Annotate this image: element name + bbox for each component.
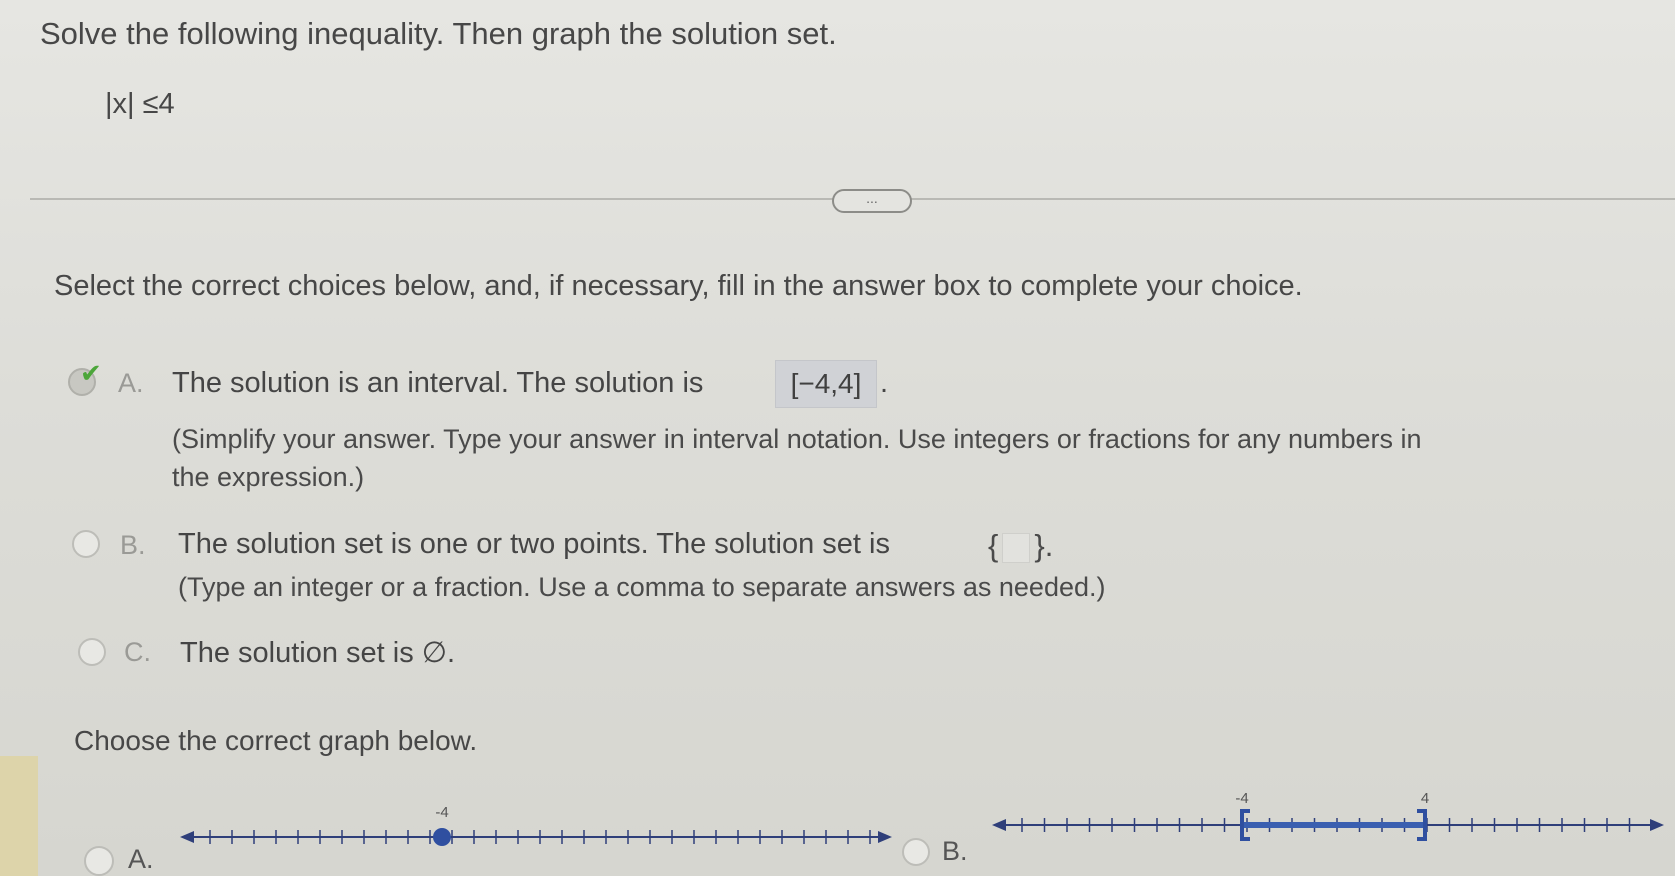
graph-a-radio[interactable] xyxy=(84,846,114,876)
instructions: Select the correct choices below, and, i… xyxy=(54,270,1303,302)
inequality: |x| ≤4 xyxy=(105,88,175,120)
graph-b-letter: B. xyxy=(942,836,968,866)
close-brace: }. xyxy=(1034,528,1054,563)
graph-a-number-line: -4 xyxy=(180,804,892,846)
choice-a-period: . xyxy=(880,367,889,399)
right-arrow-icon xyxy=(1650,819,1664,831)
choice-a-text: The solution is an interval. The solutio… xyxy=(172,367,704,399)
choice-a-answer-box[interactable]: [−4,4] xyxy=(775,360,877,408)
left-endpoint-label: -4 xyxy=(1235,790,1248,807)
more-button[interactable]: ... xyxy=(832,189,912,213)
open-brace: { xyxy=(988,528,999,563)
graph-prompt: Choose the correct graph below. xyxy=(74,725,478,756)
solution-point xyxy=(433,828,451,846)
choice-c-letter: C. xyxy=(124,637,151,667)
choice-b-set: {}. xyxy=(988,528,1053,564)
left-arrow-icon xyxy=(180,831,194,843)
choice-c-text: The solution set is ∅. xyxy=(180,637,456,669)
graph-b-radio[interactable] xyxy=(902,838,930,866)
choice-b-answer-box[interactable] xyxy=(1002,532,1031,563)
choice-b-letter: B. xyxy=(120,530,146,560)
choice-a-letter: A. xyxy=(118,368,144,398)
choice-a-hint-line1: (Simplify your answer. Type your answer … xyxy=(172,424,1422,454)
choice-b-text: The solution set is one or two points. T… xyxy=(178,528,890,560)
tick-label: -4 xyxy=(435,804,448,821)
graph-a-letter: A. xyxy=(128,844,154,874)
choice-b-radio[interactable] xyxy=(72,530,100,558)
graph-b-number-line: -4 4 xyxy=(992,790,1664,841)
check-icon: ✔ xyxy=(80,358,102,388)
question-prompt: Solve the following inequality. Then gra… xyxy=(40,16,837,51)
ellipsis-icon: ... xyxy=(866,190,878,206)
choice-a-hint-line2: the expression.) xyxy=(172,462,365,492)
choice-b-hint: (Type an integer or a fraction. Use a co… xyxy=(178,572,1106,602)
right-arrow-icon xyxy=(878,831,892,843)
left-arrow-icon xyxy=(992,819,1006,831)
side-strip xyxy=(0,756,38,876)
right-endpoint-label: 4 xyxy=(1421,790,1429,807)
choice-c-radio[interactable] xyxy=(78,638,106,666)
